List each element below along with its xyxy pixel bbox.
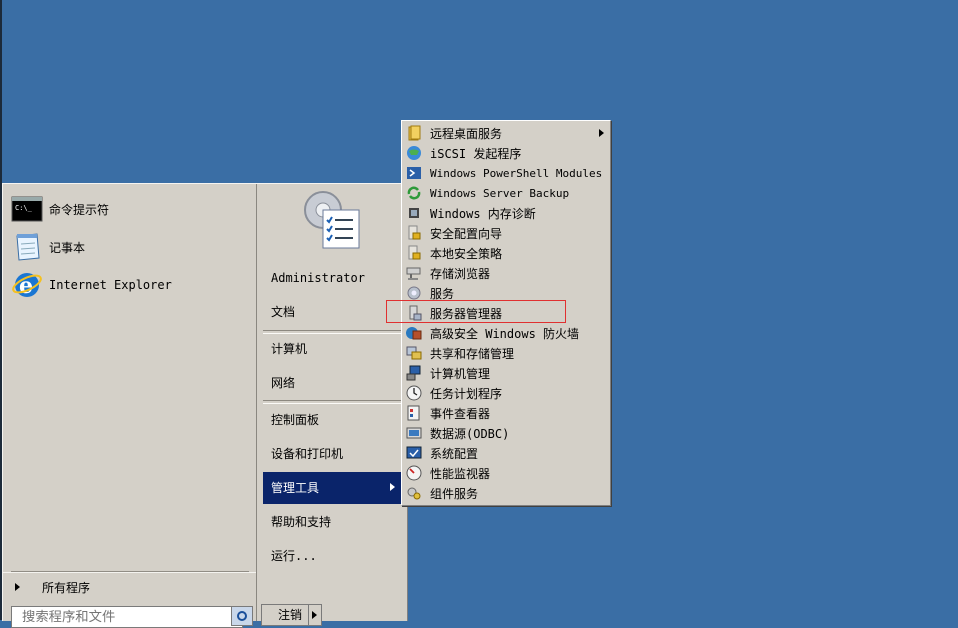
arrow-right-icon [599, 129, 604, 137]
memory-icon [409, 208, 419, 218]
submenu-item-firewall[interactable]: 高级安全 Windows 防火墙 [404, 323, 608, 343]
security-policy-icon [408, 245, 421, 260]
globe-icon [407, 146, 421, 160]
submenu-item-computer-management[interactable]: 计算机管理 [404, 363, 608, 383]
menu-run[interactable]: 运行... [263, 541, 403, 571]
submenu-item-performance-monitor[interactable]: 性能监视器 [404, 463, 608, 483]
menu-devices-printers[interactable]: 设备和打印机 [263, 439, 403, 469]
submenu-label: Windows Server Backup [430, 186, 570, 200]
submenu-label: 共享和存储管理 [430, 346, 515, 361]
program-label: 命令提示符 [49, 202, 110, 217]
firewall-icon [406, 327, 422, 340]
folder-icon [408, 125, 421, 141]
menu-network[interactable]: 网络 [263, 368, 403, 398]
submenu-label: 数据源(ODBC) [430, 426, 510, 441]
odbc-icon [406, 427, 422, 439]
submenu-label: 远程桌面服务 [430, 126, 503, 141]
submenu-item-system-config[interactable]: 系统配置 [404, 443, 608, 463]
submenu-label: Windows PowerShell Modules [430, 166, 603, 180]
submenu-label: iSCSI 发起程序 [430, 146, 522, 161]
admin-tools-label: 管理工具 [271, 481, 320, 495]
submenu-label: Windows 内存诊断 [430, 206, 536, 221]
submenu-item-share-storage[interactable]: 共享和存储管理 [404, 343, 608, 363]
submenu-item-odbc[interactable]: 数据源(ODBC) [404, 423, 608, 443]
shutdown-options-button[interactable] [308, 604, 322, 626]
share-storage-icon [406, 346, 422, 360]
divider [263, 400, 401, 404]
submenu-item-memory-diagnostic[interactable]: Windows 内存诊断 [404, 203, 608, 223]
submenu-label: 计算机管理 [430, 366, 491, 381]
storage-icon [406, 267, 421, 280]
powershell-icon [407, 167, 421, 179]
event-viewer-icon [407, 405, 420, 421]
performance-icon [406, 465, 422, 481]
submenu-item-security-wizard[interactable]: 安全配置向导 [404, 223, 608, 243]
submenu-item-task-scheduler[interactable]: 任务计划程序 [404, 383, 608, 403]
search-button[interactable] [231, 606, 253, 626]
computer-management-icon [406, 365, 421, 381]
program-label: Internet Explorer [49, 278, 172, 292]
divider [3, 572, 256, 573]
arrow-right-icon [15, 583, 20, 591]
submenu-label: 系统配置 [430, 446, 479, 461]
submenu-label: 任务计划程序 [430, 386, 503, 401]
submenu-label: 事件查看器 [430, 406, 491, 421]
ie-icon: e [12, 273, 42, 299]
submenu-label: 存储浏览器 [430, 266, 491, 281]
submenu-item-storage-explorer[interactable]: 存储浏览器 [404, 263, 608, 283]
program-command-prompt[interactable]: C:\_ 命令提示符 [11, 192, 247, 226]
submenu-label: 本地安全策略 [430, 246, 503, 261]
svg-text:C:\_: C:\_ [15, 204, 33, 212]
all-programs-button[interactable]: 所有程序 [11, 576, 247, 598]
submenu-label: 性能监视器 [430, 466, 491, 481]
all-programs-label: 所有程序 [42, 580, 91, 595]
security-wizard-icon [408, 225, 421, 240]
component-icon [407, 487, 421, 500]
admin-tools-avatar-icon [304, 191, 360, 249]
submenu-item-event-viewer[interactable]: 事件查看器 [404, 403, 608, 423]
search-input[interactable] [11, 606, 243, 628]
menu-admin-tools[interactable]: 管理工具 [263, 472, 403, 504]
highlight-annotation [386, 300, 566, 323]
menu-computer[interactable]: 计算机 [263, 334, 403, 364]
submenu-item-server-backup[interactable]: Windows Server Backup [404, 183, 608, 203]
menu-control-panel[interactable]: 控制面板 [263, 405, 403, 435]
submenu-label: 安全配置向导 [430, 226, 503, 241]
submenu-item-component-services[interactable]: 组件服务 [404, 483, 608, 503]
services-gear-icon [407, 286, 421, 300]
start-menu: C:\_ 命令提示符 记事本 e Internet Explorer 所有程序 … [2, 183, 408, 628]
menu-help-support[interactable]: 帮助和支持 [263, 507, 403, 537]
cmd-icon: C:\_ [11, 196, 43, 222]
start-menu-left-pane: C:\_ 命令提示符 记事本 e Internet Explorer 所有程序 … [3, 184, 257, 628]
start-menu-right-pane: Administrator 文档 计算机 网络 控制面板 设备和打印机 管理工具… [257, 184, 407, 626]
clock-icon [406, 385, 422, 401]
program-label: 记事本 [49, 240, 86, 255]
backup-icon [407, 186, 421, 200]
submenu-label: 组件服务 [430, 486, 479, 501]
submenu-label: 服务 [430, 286, 455, 301]
notepad-icon [16, 233, 40, 261]
submenu-item-powershell-modules[interactable]: Windows PowerShell Modules [404, 163, 608, 183]
submenu-item-iscsi[interactable]: iSCSI 发起程序 [404, 143, 608, 163]
arrow-right-icon [390, 483, 395, 491]
submenu-label: 高级安全 Windows 防火墙 [430, 326, 580, 341]
submenu-item-local-security-policy[interactable]: 本地安全策略 [404, 243, 608, 263]
user-name-label[interactable]: Administrator [263, 263, 403, 293]
program-notepad[interactable]: 记事本 [11, 230, 247, 264]
program-internet-explorer[interactable]: e Internet Explorer [11, 268, 247, 302]
search-icon [237, 611, 247, 621]
menu-documents[interactable]: 文档 [263, 297, 403, 327]
system-config-icon [406, 446, 422, 459]
submenu-item-remote-desktop-services[interactable]: 远程桌面服务 [404, 123, 608, 143]
